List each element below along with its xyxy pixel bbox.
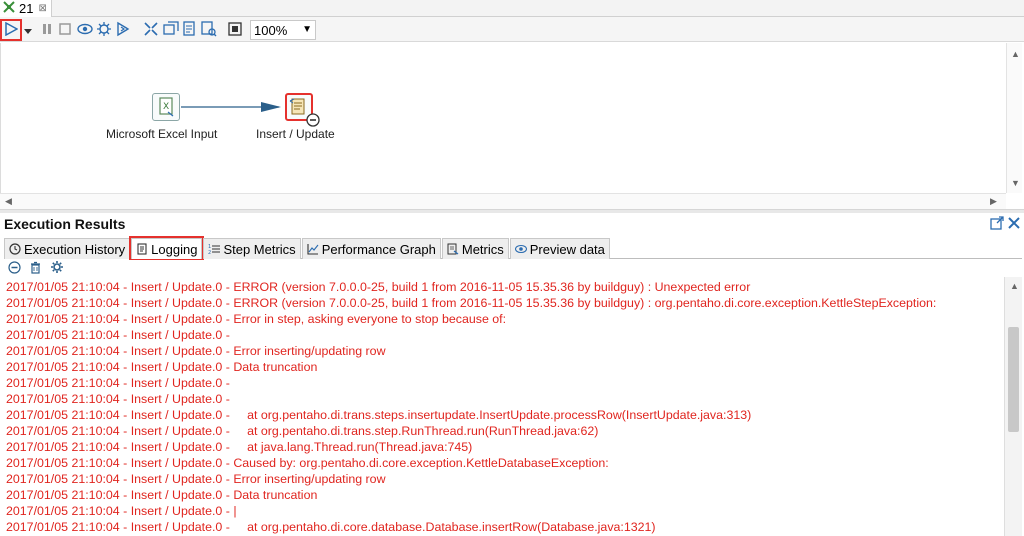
tab-execution-history[interactable]: Execution History [4,238,131,259]
logging-toolbar [4,260,1022,277]
scroll-up-icon[interactable]: ▲ [1011,49,1020,59]
svg-text:2: 2 [208,250,211,255]
impact-icon [163,20,179,40]
log-line: 2017/01/05 21:10:04 - Insert / Update.0 … [6,312,507,326]
close-tab-icon[interactable]: ⊠ [38,3,46,14]
pause-button[interactable] [38,21,56,39]
metrics-icon [447,243,459,255]
transformation-icon [2,0,16,17]
tab-performance-graph[interactable]: Performance Graph [301,238,441,259]
log-line: 2017/01/05 21:10:04 - Insert / Update.0 … [6,360,318,374]
log-line: 2017/01/05 21:10:04 - Insert / Update.0 … [6,376,230,390]
zoom-select[interactable]: 100% ▼ [250,20,316,40]
preview-icon [77,23,93,38]
canvas-horizontal-scrollbar[interactable]: ◀ ▶ [0,193,1006,209]
tab-execution-history-label: Execution History [24,241,126,257]
transformation-toolbar: 100% ▼ [0,17,1024,42]
impact-button[interactable] [162,20,180,40]
preview-button[interactable] [76,21,94,39]
maximize-panel-icon[interactable] [990,216,1004,233]
graph-icon [307,243,319,255]
clear-log-icon[interactable] [8,260,21,277]
panel-divider[interactable] [0,209,1024,213]
log-line: 2017/01/05 21:10:04 - Insert / Update.0 … [6,472,386,486]
trash-icon[interactable] [29,261,42,277]
log-line: 2017/01/05 21:10:04 - Insert / Update.0 … [6,408,752,422]
excel-file-icon: X [153,97,179,123]
log-line: 2017/01/05 21:10:04 - Insert / Update.0 … [6,392,230,406]
show-results-icon [228,21,242,39]
zoom-value: 100% [254,22,288,38]
tab-preview-data-label: Preview data [529,241,605,257]
tab-step-metrics-label: Step Metrics [223,241,296,257]
log-line: 2017/01/05 21:10:04 - Insert / Update.0 … [6,504,237,518]
show-results-button[interactable] [226,21,244,39]
transformation-tab[interactable]: 21 ⊠ [0,0,52,17]
verify-button[interactable] [142,21,160,39]
transformation-canvas[interactable]: X Microsoft Excel Input Insert / Update [0,43,1024,209]
scroll-left-icon[interactable]: ◀ [5,196,12,207]
panel-controls [990,216,1020,233]
tab-logging[interactable]: Logging [129,236,205,261]
explore-db-icon [201,20,217,40]
replay-icon [115,21,131,40]
editor-tab-bar: 21 ⊠ [0,0,1024,17]
run-icon [4,21,19,39]
scroll-up-icon[interactable]: ▲ [1010,281,1019,291]
log-text-area[interactable]: 2017/01/05 21:10:04 - Insert / Update.0 … [4,277,1004,536]
scrollbar-thumb[interactable] [1008,327,1019,432]
stop-button[interactable] [56,21,74,39]
log-line: 2017/01/05 21:10:04 - Insert / Update.0 … [6,488,318,502]
excel-input-label: Microsoft Excel Input [106,127,218,141]
verify-icon [143,21,159,40]
log-line: 2017/01/05 21:10:04 - Insert / Update.0 … [6,296,937,310]
chevron-down-icon [24,23,32,38]
run-button[interactable] [0,19,22,41]
sql-button[interactable] [181,20,199,40]
svg-text:X: X [163,102,169,112]
history-icon [9,243,21,255]
log-document-icon [136,243,148,255]
stop-icon [59,22,71,38]
tab-performance-graph-label: Performance Graph [321,241,436,257]
sql-icon [182,20,198,40]
log-line: 2017/01/05 21:10:04 - Insert / Update.0 … [6,520,656,534]
settings-gear-icon[interactable] [50,260,64,277]
log-line: 2017/01/05 21:10:04 - Insert / Update.0 … [6,344,386,358]
close-panel-icon[interactable] [1008,217,1020,232]
run-options-dropdown[interactable] [22,21,34,39]
tab-logging-label: Logging [151,241,198,257]
excel-input-step[interactable]: X [152,93,180,121]
scroll-right-icon[interactable]: ▶ [990,196,997,207]
tab-step-metrics[interactable]: 12 Step Metrics [203,238,301,259]
transformation-tab-label: 21 [19,1,34,16]
canvas-vertical-scrollbar[interactable]: ▲ ▼ [1006,43,1022,193]
log-vertical-scrollbar[interactable]: ▲ [1004,277,1022,536]
results-tabs: Execution History Logging 12 Step Metric… [4,236,1022,261]
log-line: 2017/01/05 21:10:04 - Insert / Update.0 … [6,424,599,438]
tab-metrics-label: Metrics [461,241,504,257]
debug-button[interactable] [95,21,113,39]
chevron-down-icon: ▼ [302,24,312,35]
step-metrics-icon: 12 [208,243,221,256]
tab-preview-data[interactable]: Preview data [509,238,610,259]
eye-icon [514,243,527,255]
scroll-down-icon[interactable]: ▼ [1011,178,1020,188]
pause-icon [41,23,53,38]
debug-icon [96,21,112,40]
log-line: 2017/01/05 21:10:04 - Insert / Update.0 … [6,456,609,470]
insert-update-label: Insert / Update [256,127,335,141]
execution-results-title: Execution Results [4,216,126,232]
log-line: 2017/01/05 21:10:04 - Insert / Update.0 … [6,280,751,294]
tab-metrics[interactable]: Metrics [441,238,509,259]
log-line: 2017/01/05 21:10:04 - Insert / Update.0 … [6,328,230,342]
explore-db-button[interactable] [200,20,218,40]
hop-connector[interactable] [1,43,1001,193]
replay-button[interactable] [114,21,132,39]
log-line: 2017/01/05 21:10:04 - Insert / Update.0 … [6,440,473,454]
